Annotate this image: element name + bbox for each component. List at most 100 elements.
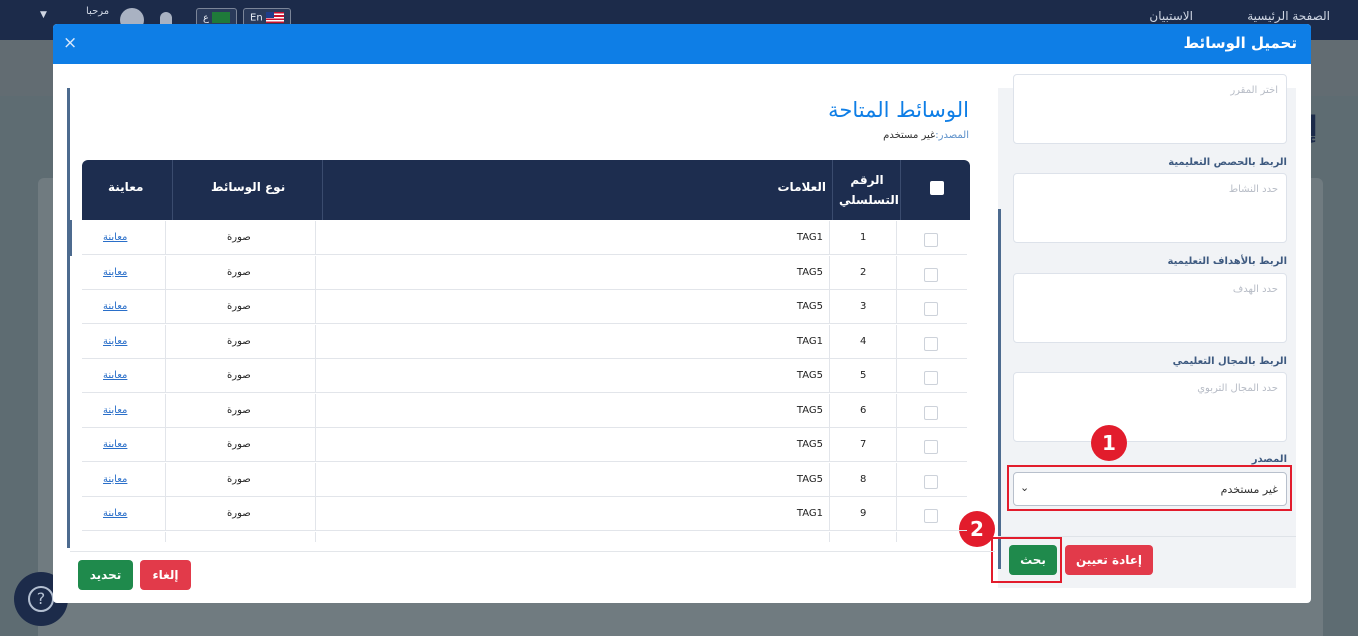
row-checkbox[interactable] [924,474,938,489]
preview-cell: معاينة [82,325,165,359]
row-checkbox[interactable] [924,371,938,385]
preview-link[interactable]: معاينة [103,267,127,278]
type-text: صورة [227,439,251,450]
serial-cell: 3 [829,290,896,324]
preview-cell: معاينة [82,256,165,290]
cancel-button[interactable]: إلغاء [140,560,191,590]
row-checkbox[interactable] [924,267,938,282]
tags-cell: TAG5 [315,428,829,462]
preview-cell: معاينة [82,463,165,497]
col-type: نوع الوسائط [172,160,322,220]
preview-cell: معاينة [82,497,165,531]
serial-text: 9 [860,508,867,519]
left-panel-accent [67,88,70,548]
highlight-search-button [991,537,1062,583]
type-text: صورة [227,370,251,381]
course-select[interactable]: اختر المقرر [1013,74,1287,144]
preview-link[interactable]: معاينة [103,439,127,450]
serial-cell: 9 [829,497,896,531]
preview-link[interactable]: معاينة [103,405,127,416]
type-cell: صورة [165,428,315,462]
type-cell: صورة [165,324,315,359]
reset-button[interactable]: إعادة تعيين [1065,545,1153,575]
row-checkbox[interactable] [924,302,938,316]
serial-text: 5 [860,370,867,381]
type-cell: صورة [165,290,315,324]
type-cell [165,531,315,542]
serial-text: 6 [860,404,867,416]
serial-text: 8 [860,473,867,485]
lang-en-label: En [250,12,263,24]
tag-text: TAG5 [796,301,823,312]
row-checkbox[interactable] [924,336,938,351]
tag-text: TAG5 [796,439,823,450]
table-scrollbar[interactable] [68,220,72,256]
user-menu-chevron-icon[interactable]: ▼ [40,10,47,20]
tag-text: TAG1 [796,335,823,347]
media-upload-modal: تحميل الوسائط × اختر المقرر الربط بالحصص… [53,24,1311,603]
media-title: الوسائط المتاحة [828,98,969,122]
table-header: معاينة نوع الوسائط العلامات الرقم التسلس… [82,160,970,220]
modal-title: تحميل الوسائط [1183,34,1298,52]
greeting-text: مرحبا [86,6,110,17]
serial-text: 2 [860,266,867,278]
filter-scrollbar[interactable] [998,209,1001,569]
serial-text: 3 [860,301,867,312]
domain-label: الربط بالمجال التعليمي [1172,356,1287,367]
tags-cell: TAG5 [315,290,829,324]
serial-cell: 7 [829,428,896,462]
row-checkbox[interactable] [924,233,938,247]
tag-text: TAG5 [796,473,823,485]
tags-cell: TAG5 [315,462,829,497]
help-icon: ? [28,586,54,612]
row-checkbox[interactable] [924,405,938,420]
serial-cell [829,531,896,542]
highlight-source-select [1007,465,1292,511]
serial-cell: 6 [829,393,896,428]
table-row: معاينة صورة TAG1 4 [82,324,967,359]
select-all-checkbox[interactable] [930,181,944,195]
type-cell: صورة [165,497,315,531]
tag-text: TAG5 [796,370,823,381]
nav-survey-link[interactable]: الاستبيان [1149,9,1193,23]
objectives-input[interactable]: حدد الهدف [1013,273,1287,343]
select-cell [896,531,967,542]
preview-link[interactable]: معاينة [103,370,127,381]
table-row: معاينة صورة TAG1 1 [82,221,967,255]
tag-text: TAG1 [796,232,823,243]
lessons-input[interactable]: حدد النشاط [1013,173,1287,243]
table-row: معاينة صورة TAG5 7 [82,428,967,462]
preview-link[interactable]: معاينة [103,232,127,243]
preview-cell: معاينة [82,394,165,428]
table-row: معاينة صورة TAG5 2 [82,255,967,290]
objectives-label: الربط بالأهداف التعليمية [1167,256,1287,267]
domain-input[interactable]: حدد المجال التربوي [1013,372,1287,442]
row-checkbox[interactable] [924,440,938,454]
table-row: معاينة صورة TAG5 3 [82,290,967,324]
tags-cell: TAG1 [315,221,829,255]
col-preview: معاينة [82,160,172,220]
nav-home-link[interactable]: الصفحة الرئيسية [1247,9,1330,23]
preview-link[interactable]: معاينة [103,508,127,519]
preview-link[interactable]: معاينة [103,474,127,485]
col-tags: العلامات [322,160,832,220]
type-text: صورة [227,473,251,485]
table-row-partial [82,531,967,542]
us-flag-icon [265,12,284,23]
type-text: صورة [227,404,251,416]
domain-placeholder: حدد المجال التربوي [1197,383,1278,394]
course-placeholder: اختر المقرر [1230,85,1278,96]
col-type-label: نوع الوسائط [211,180,286,194]
serial-cell: 8 [829,462,896,497]
select-button[interactable]: تحديد [78,560,133,590]
row-checkbox[interactable] [924,509,938,523]
type-cell: صورة [165,359,315,393]
preview-link[interactable]: معاينة [103,336,127,347]
type-text: صورة [227,335,251,347]
left-footer-divider [70,551,995,552]
serial-cell: 4 [829,324,896,359]
preview-link[interactable]: معاينة [103,301,127,312]
close-icon[interactable]: × [63,33,77,53]
type-text: صورة [227,508,251,519]
tag-text: TAG5 [796,266,823,278]
